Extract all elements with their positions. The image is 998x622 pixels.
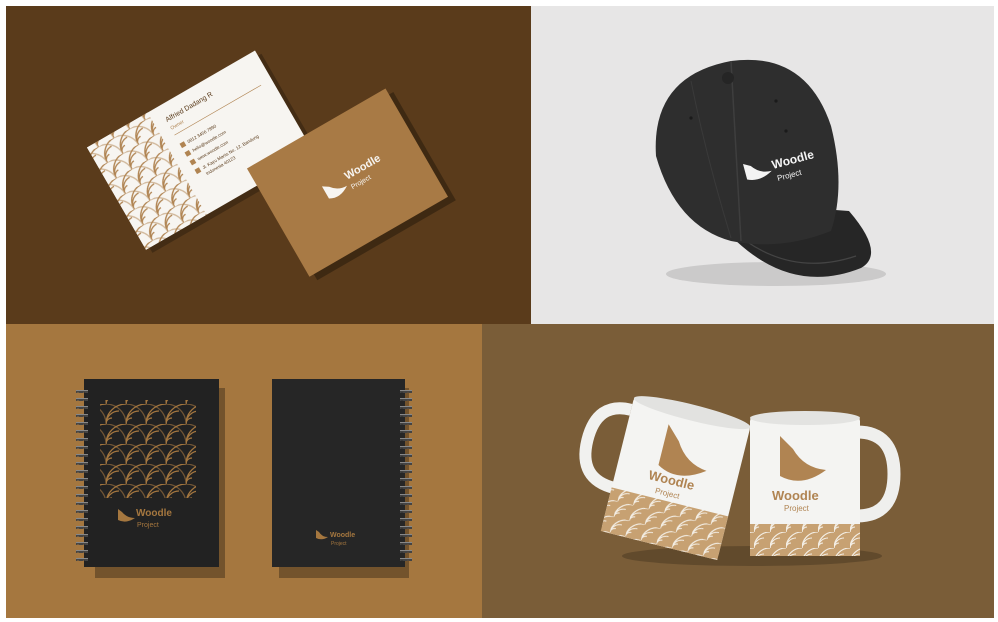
cap-button [722,72,734,84]
mug-logo-name: Woodle [772,488,819,503]
mug-logo-sub: Project [784,504,810,513]
notebook-logo-name: Woodle [136,508,172,519]
mug-arc-pattern [750,524,860,556]
cap-panel: Woodle Project [531,6,994,324]
notebook-logo-sub: Project [137,522,159,529]
notebook-front: Woodle Project [76,379,225,578]
notebooks-scene: Woodle Project Woodle Project [6,324,482,618]
notebook-back-logo-name: Woodle [330,532,355,539]
notebook-back-logo-sub: Project [331,541,347,547]
notebook-spiral [76,386,88,561]
mugs-scene: Woodle Project Woodle Project [482,324,994,618]
notebook-back: Woodle Project [272,379,412,578]
business-cards-panel: Alfried Dadang R Owner 0812 3456 7890 he… [6,6,531,324]
notebook-arc-pattern [100,400,196,498]
business-cards-scene: Alfried Dadang R Owner 0812 3456 7890 he… [6,6,531,324]
notebook-spiral [400,386,412,561]
cap-scene: Woodle Project [531,6,994,324]
notebooks-panel: Woodle Project Woodle Project [6,324,482,618]
mugs-panel: Woodle Project Woodle Project [482,324,994,618]
